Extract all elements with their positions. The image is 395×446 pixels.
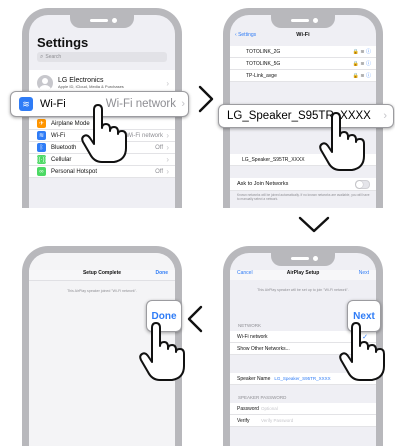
network-status-icons: 🔒 ≋ ⓘ — [352, 49, 371, 55]
verify-row[interactable]: Verify Verify Password — [230, 415, 376, 427]
next-callout-label: Next — [353, 310, 375, 322]
speaker-name-label: Speaker Name — [237, 375, 271, 382]
wifi-label: Wi-Fi — [51, 132, 65, 139]
show-other-label: Show Other Networks... — [237, 345, 290, 352]
nav-bar: ‹ Settings Wi-Fi — [230, 32, 376, 42]
pointing-hand-icon — [339, 322, 385, 381]
chevron-right-icon: › — [166, 167, 169, 176]
chevron-right-icon: › — [181, 98, 185, 110]
speaker-callout[interactable]: LG_Speaker_S95TR_XXXX › — [218, 104, 394, 128]
network-status-icons: 🔒 ≋ ⓘ — [352, 61, 371, 67]
chevron-left-icon — [187, 305, 203, 333]
account-subtitle: Apple ID, iCloud, Media & Purchases — [58, 84, 124, 89]
speaker-password-header: SPEAKER PASSWORD — [238, 395, 287, 400]
nav-bar: Setup Complete Done — [29, 270, 175, 281]
airplay-description: This AirPlay speaker will be set up to j… — [257, 288, 349, 292]
nav-title: Wi-Fi — [296, 32, 310, 38]
hotspot-icon: ∞ — [37, 167, 46, 176]
search-input[interactable]: ⌕ Search — [37, 52, 167, 62]
hotspot-row[interactable]: ∞ Personal Hotspot Off › — [29, 166, 175, 178]
network-name: TOTOLINK_5G — [246, 60, 281, 67]
hotspot-label: Personal Hotspot — [51, 168, 98, 175]
chevron-right-icon: › — [166, 143, 169, 152]
pointing-hand-icon — [81, 104, 127, 163]
chevron-down-icon — [298, 216, 330, 233]
network-name: TP-Link_avge — [246, 72, 277, 79]
chevron-right-icon: › — [383, 110, 387, 122]
verify-field[interactable]: Verify Password — [261, 418, 293, 423]
nav-title: AirPlay Setup — [286, 270, 320, 276]
network-status-icons: 🔒 ≋ ⓘ — [352, 73, 371, 79]
network-row[interactable]: TP-Link_avge 🔒 ≋ ⓘ — [230, 70, 376, 82]
wifi-network-label: Wi-Fi network — [237, 333, 268, 340]
verify-label: Verify — [237, 417, 250, 424]
chevron-right-icon: › — [166, 131, 169, 140]
nav-title: Setup Complete — [82, 270, 122, 276]
airplane-icon: ✈ — [37, 119, 46, 128]
page-title: Settings — [37, 35, 89, 50]
account-name: LG Electronics — [58, 77, 104, 84]
hotspot-value: Off — [155, 168, 163, 175]
search-icon: ⌕ — [40, 53, 44, 60]
wifi-callout-label: Wi-Fi — [40, 98, 66, 110]
ask-join-row[interactable]: Ask to Join Networks — [230, 178, 376, 191]
chevron-right-icon: › — [166, 155, 169, 164]
avatar — [37, 75, 53, 91]
bluetooth-icon: ᛒ — [37, 143, 46, 152]
nav-bar: Cancel AirPlay Setup Next — [230, 270, 376, 280]
network-row[interactable]: TOTOLINK_5G 🔒 ≋ ⓘ — [230, 58, 376, 70]
pointing-hand-icon — [139, 322, 185, 381]
pointing-hand-icon — [319, 112, 365, 171]
ask-join-label: Ask to Join Networks — [237, 181, 289, 187]
bluetooth-label: Bluetooth — [51, 144, 77, 151]
network-section-header: NETWORK — [238, 323, 261, 328]
chevron-right-icon — [198, 85, 214, 113]
password-row[interactable]: Password Optional — [230, 403, 376, 415]
wifi-icon: ≋ — [19, 97, 33, 111]
bluetooth-value: Off — [155, 144, 163, 151]
network-name: TOTOLINK_2G — [246, 48, 281, 55]
speaker-name: LG_Speaker_S95TR_XXXX — [242, 156, 305, 163]
password-field[interactable]: Optional — [261, 406, 278, 411]
speaker-name-field[interactable]: LG_Speaker_S95TR_XXXX — [274, 376, 330, 381]
ask-join-note: Known networks will be joined automatica… — [237, 193, 370, 201]
wifi-icon: ≋ — [37, 131, 46, 140]
network-row[interactable]: TOTOLINK_2G 🔒 ≋ ⓘ — [230, 46, 376, 58]
ask-join-toggle[interactable] — [355, 179, 370, 189]
chevron-right-icon: › — [166, 78, 169, 88]
cellular-label: Cellular — [51, 156, 72, 163]
done-callout-label: Done — [151, 310, 177, 322]
wifi-value: Wi-Fi network — [126, 132, 163, 139]
next-button[interactable]: Next — [359, 270, 369, 276]
password-label: Password — [237, 405, 259, 412]
search-placeholder: Search — [45, 54, 62, 60]
cellular-icon: ((·)) — [36, 155, 47, 164]
setup-complete-message: This AirPlay speaker joined "Wi-Fi netwo… — [67, 289, 137, 293]
done-button[interactable]: Done — [156, 270, 169, 276]
